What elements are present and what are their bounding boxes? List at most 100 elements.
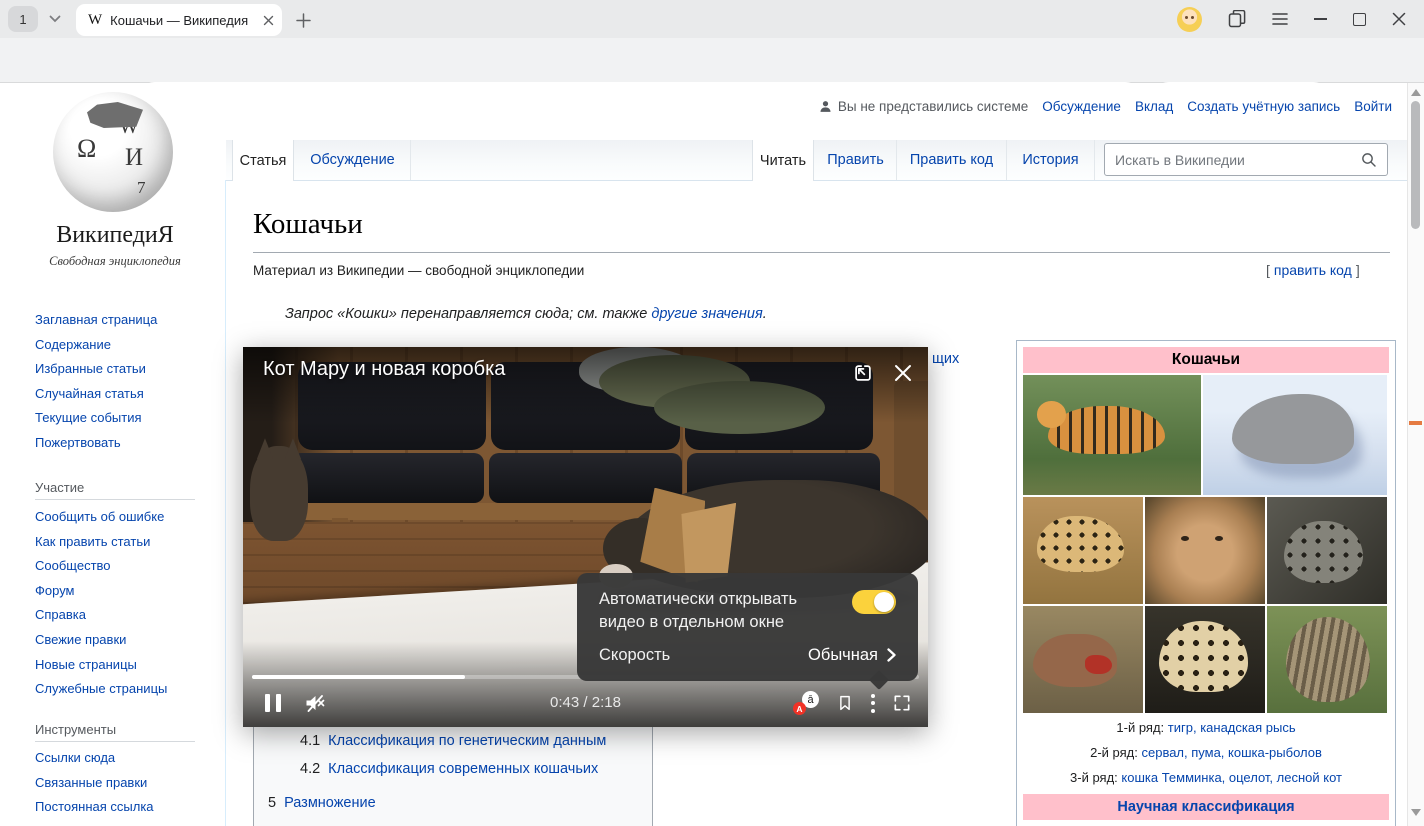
tab-list-chevron-button[interactable] [42,8,68,30]
fullscreen-button[interactable] [892,693,912,713]
browser-tab[interactable]: W Кошачьи — Википедия [76,4,282,36]
tab-history[interactable]: История [1007,140,1095,180]
close-video-button[interactable] [890,360,916,386]
side-panels-icon[interactable] [1228,10,1246,28]
infobox-image-temminck-cat[interactable] [1023,606,1143,713]
scientific-classification-bar[interactable]: Научная классификация [1023,794,1389,820]
toc-link-5[interactable]: Размножение [284,795,376,811]
sidebar-nav: Заглавная страница Содержание Избранные … [35,308,215,456]
anon-notice: Вы не представились системе [818,99,1028,114]
sidebar-item-donate[interactable]: Пожертвовать [35,431,215,456]
sidebar-item-report-error[interactable]: Сообщить об ошибке [35,505,215,530]
auto-open-toggle[interactable] [852,590,896,614]
video-player[interactable]: Кот Мару и новая коробка 0:43 / 2:18 [243,347,928,727]
sidebar-item-related-changes[interactable]: Связанные правки [35,771,215,796]
plus-icon [296,13,311,28]
new-tab-button[interactable] [292,9,314,31]
create-account-link[interactable]: Создать учётную запись [1187,99,1340,114]
sidebar-item-new-pages[interactable]: Новые страницы [35,653,215,678]
wikipedia-tagline: Свободная энциклопедия [20,254,210,269]
infobox-image-wildcat[interactable] [1267,606,1387,713]
pause-button[interactable] [265,694,281,712]
scrollbar-thumb[interactable] [1411,101,1420,229]
close-icon [893,363,913,383]
hatnote-link[interactable]: другие значения [651,306,762,322]
toc-item-5: 5Размножение [268,795,376,811]
sidebar-item-main-page[interactable]: Заглавная страница [35,308,215,333]
sidebar-item-recent-changes[interactable]: Свежие правки [35,628,215,653]
infobox-image-canada-lynx[interactable] [1203,375,1387,495]
globe-dark-piece [87,102,143,128]
sidebar-heading-tools: Инструменты [35,722,195,742]
taxobox: Кошачьи 1-й ряд: тигр, канадская рысь 2-… [1016,340,1396,826]
translate-video-button[interactable]: ā А [793,691,819,715]
sidebar-item-permanent-link[interactable]: Постоянная ссылка [35,795,215,820]
sidebar-item-what-links-here[interactable]: Ссылки сюда [35,746,215,771]
browser-tab-bar: 1 W Кошачьи — Википедия [0,0,1424,38]
wikipedia-globe-logo[interactable]: Ω W И 7 [43,92,183,214]
tab-count-button[interactable]: 1 [8,6,38,32]
muted-volume-button[interactable] [303,691,327,715]
chevron-down-icon [49,15,61,23]
chevron-right-icon [887,648,896,662]
close-window-button[interactable] [1392,12,1406,26]
profile-avatar[interactable] [1177,7,1202,32]
infobox-image-serval[interactable] [1023,497,1143,604]
browser-window: 1 W Кошачьи — Википедия [0,0,1424,826]
video-more-button[interactable] [871,694,875,713]
scrollbar-down-button[interactable] [1410,808,1421,816]
maximize-button[interactable] [1353,13,1366,26]
speed-setting-row[interactable]: Скорость Обычная [599,646,896,665]
sidebar-item-special-pages[interactable]: Служебные страницы [35,677,215,702]
wiki-search-input[interactable] [1105,152,1360,168]
sidebar-item-how-to-edit[interactable]: Как править статьи [35,530,215,555]
menu-icon[interactable] [1272,13,1288,25]
sidebar-item-community[interactable]: Сообщество [35,554,215,579]
tab-article[interactable]: Статья [232,140,294,181]
caption-row-3: 3-й ряд: кошка Темминка, оцелот, лесной … [1021,765,1391,790]
sidebar-item-forum[interactable]: Форум [35,579,215,604]
article-text-fragment[interactable]: щих [932,351,959,367]
wikipedia-favicon: W [88,12,102,29]
tab-title: Кошачьи — Википедия [110,13,263,28]
caption-row-1-links[interactable]: тигр, канадская рысь [1168,720,1296,735]
wikipedia-wordmark[interactable]: ВикипедиЯ [20,222,210,249]
personal-contribs-link[interactable]: Вклад [1135,99,1173,114]
sidebar-item-featured[interactable]: Избранные статьи [35,357,215,382]
user-icon [818,99,833,114]
infobox-image-ocelot[interactable] [1145,606,1265,713]
title-rule [253,252,1390,253]
tab-edit-source[interactable]: Править код [897,140,1007,180]
sidebar-heading-participation: Участие [35,480,195,500]
restore-from-pip-button[interactable] [850,360,876,386]
personal-talk-link[interactable]: Обсуждение [1042,99,1121,114]
infobox-image-tiger[interactable] [1023,375,1201,495]
wiki-search-box[interactable] [1104,143,1388,176]
sidebar-item-random[interactable]: Случайная статья [35,382,215,407]
tab-close-icon[interactable] [263,15,274,26]
caption-row-2-links[interactable]: сервал, пума, кошка-рыболов [1141,745,1321,760]
search-icon[interactable] [1360,151,1378,169]
toc-item-4-1: 4.1Классификация по генетическим данным [300,733,606,749]
edit-section-link: [править код] [1266,262,1360,278]
sidebar-item-current-events[interactable]: Текущие события [35,406,215,431]
infobox-image-fishing-cat[interactable] [1267,497,1387,604]
sidebar-item-help[interactable]: Справка [35,603,215,628]
minimize-button[interactable] [1314,18,1327,20]
infobox-image-puma[interactable] [1145,497,1265,604]
video-progress-played [252,675,465,679]
tab-read[interactable]: Читать [752,140,814,181]
caption-row-3-links[interactable]: кошка Темминка, оцелот, лесной кот [1121,770,1342,785]
speed-value[interactable]: Обычная [808,646,896,665]
tab-edit[interactable]: Править [815,140,897,180]
scrollbar-up-button[interactable] [1410,88,1421,96]
site-subtitle: Материал из Википедии — свободной энцикл… [253,263,584,278]
tab-talk[interactable]: Обсуждение [295,140,411,180]
login-link[interactable]: Войти [1354,99,1392,114]
toc-link-4-1[interactable]: Классификация по генетическим данным [328,733,606,749]
toc-link-4-2[interactable]: Классификация современных кошачьих [328,761,598,777]
edit-source-link[interactable]: править код [1274,262,1352,278]
sidebar-item-contents[interactable]: Содержание [35,333,215,358]
save-video-button[interactable] [836,693,854,713]
auto-open-label: Автоматически открывать видео в отдельно… [599,588,831,634]
